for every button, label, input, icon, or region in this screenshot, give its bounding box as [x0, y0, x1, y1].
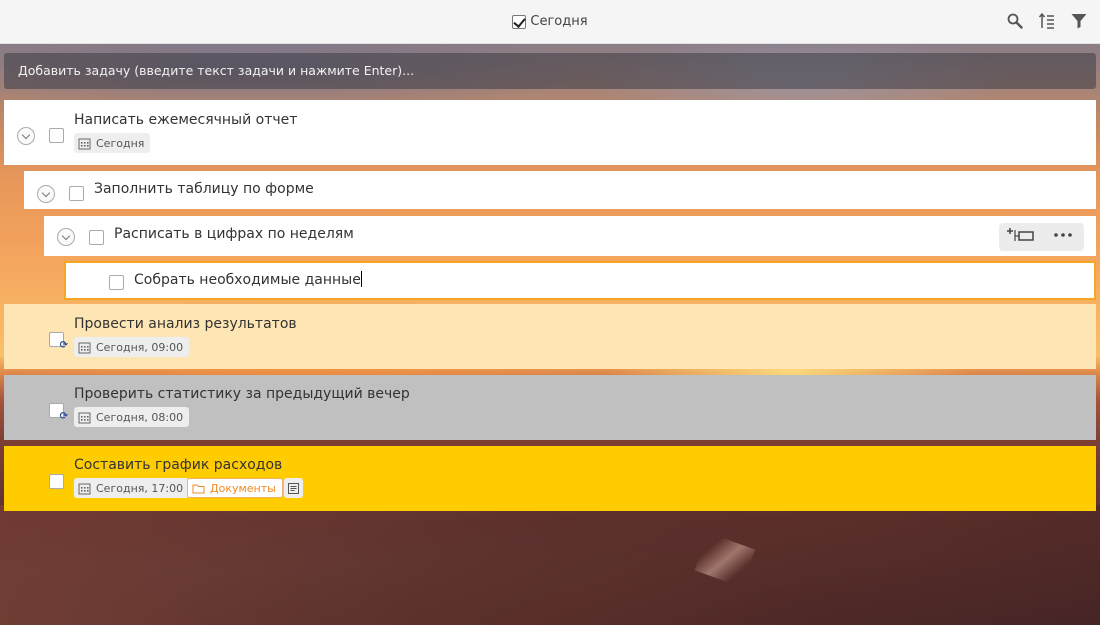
calendar-icon [78, 138, 91, 149]
expand-toggle[interactable] [37, 185, 55, 203]
task-title: Проверить статистику за предыдущий вечер [74, 386, 410, 402]
date-chip-label: Сегодня [96, 136, 145, 150]
task-row[interactable]: Расписать в цифрах по неделям [44, 216, 1096, 256]
folder-chip[interactable]: Документы [187, 478, 283, 498]
task-row[interactable]: Проверить статистику за предыдущий вечер… [4, 375, 1096, 440]
text-cursor [360, 271, 362, 287]
search-icon[interactable] [1006, 12, 1024, 30]
folder-chip-label: Документы [210, 481, 276, 495]
task-checkbox[interactable] [109, 275, 124, 290]
task-row-editing[interactable]: Собрать необходимые данные [64, 261, 1096, 300]
filter-icon[interactable] [1070, 12, 1088, 30]
date-chip[interactable]: Сегодня, 17:00 [74, 478, 190, 498]
today-filter-label: Сегодня [530, 14, 588, 29]
task-row[interactable]: Провести анализ результатов Сегодня, 09:… [4, 304, 1096, 369]
task-checkbox[interactable] [49, 474, 64, 489]
today-filter[interactable]: Сегодня [512, 14, 588, 29]
task-title: Провести анализ результатов [74, 316, 297, 332]
date-chip-label: Сегодня, 08:00 [96, 410, 184, 424]
today-checkbox[interactable] [512, 14, 527, 29]
task-checkbox-repeat[interactable] [49, 403, 68, 422]
sort-icon[interactable] [1038, 12, 1056, 30]
add-task-input[interactable]: Добавить задачу (введите текст задачи и … [4, 53, 1096, 89]
date-chip[interactable]: Сегодня [74, 133, 151, 153]
top-bar: Сегодня [0, 0, 1100, 44]
folder-icon [192, 484, 205, 493]
task-checkbox[interactable] [89, 230, 104, 245]
task-row[interactable]: Заполнить таблицу по форме [24, 171, 1096, 209]
task-title: Расписать в цифрах по неделям [114, 226, 354, 242]
task-checkbox[interactable] [69, 186, 84, 201]
date-chip-label: Сегодня, 17:00 [96, 481, 184, 495]
background-canyon [0, 505, 1100, 625]
task-title-input[interactable]: Собрать необходимые данные [134, 271, 362, 288]
calendar-icon [78, 342, 91, 353]
calendar-icon [78, 483, 91, 494]
date-chip[interactable]: Сегодня, 08:00 [74, 407, 190, 427]
add-subtask-icon[interactable] [1005, 227, 1035, 247]
toolbar [1006, 12, 1088, 30]
note-icon [288, 482, 299, 494]
task-title: Заполнить таблицу по форме [94, 181, 314, 197]
calendar-icon [78, 412, 91, 423]
task-row[interactable]: Написать ежемесячный отчет Сегодня [4, 100, 1096, 165]
task-title-text: Собрать необходимые данные [134, 272, 361, 288]
date-chip[interactable]: Сегодня, 09:00 [74, 337, 190, 357]
more-icon[interactable] [1048, 227, 1078, 247]
date-chip-label: Сегодня, 09:00 [96, 340, 184, 354]
task-checkbox[interactable] [49, 128, 64, 143]
task-title: Составить график расходов [74, 457, 283, 473]
note-chip[interactable] [284, 478, 303, 498]
expand-toggle[interactable] [57, 228, 75, 246]
task-row[interactable]: Составить график расходов Сегодня, 17:00… [4, 446, 1096, 511]
task-checkbox-repeat[interactable] [49, 332, 68, 351]
expand-toggle[interactable] [17, 127, 35, 145]
row-actions [999, 223, 1084, 251]
task-title: Написать ежемесячный отчет [74, 112, 298, 128]
